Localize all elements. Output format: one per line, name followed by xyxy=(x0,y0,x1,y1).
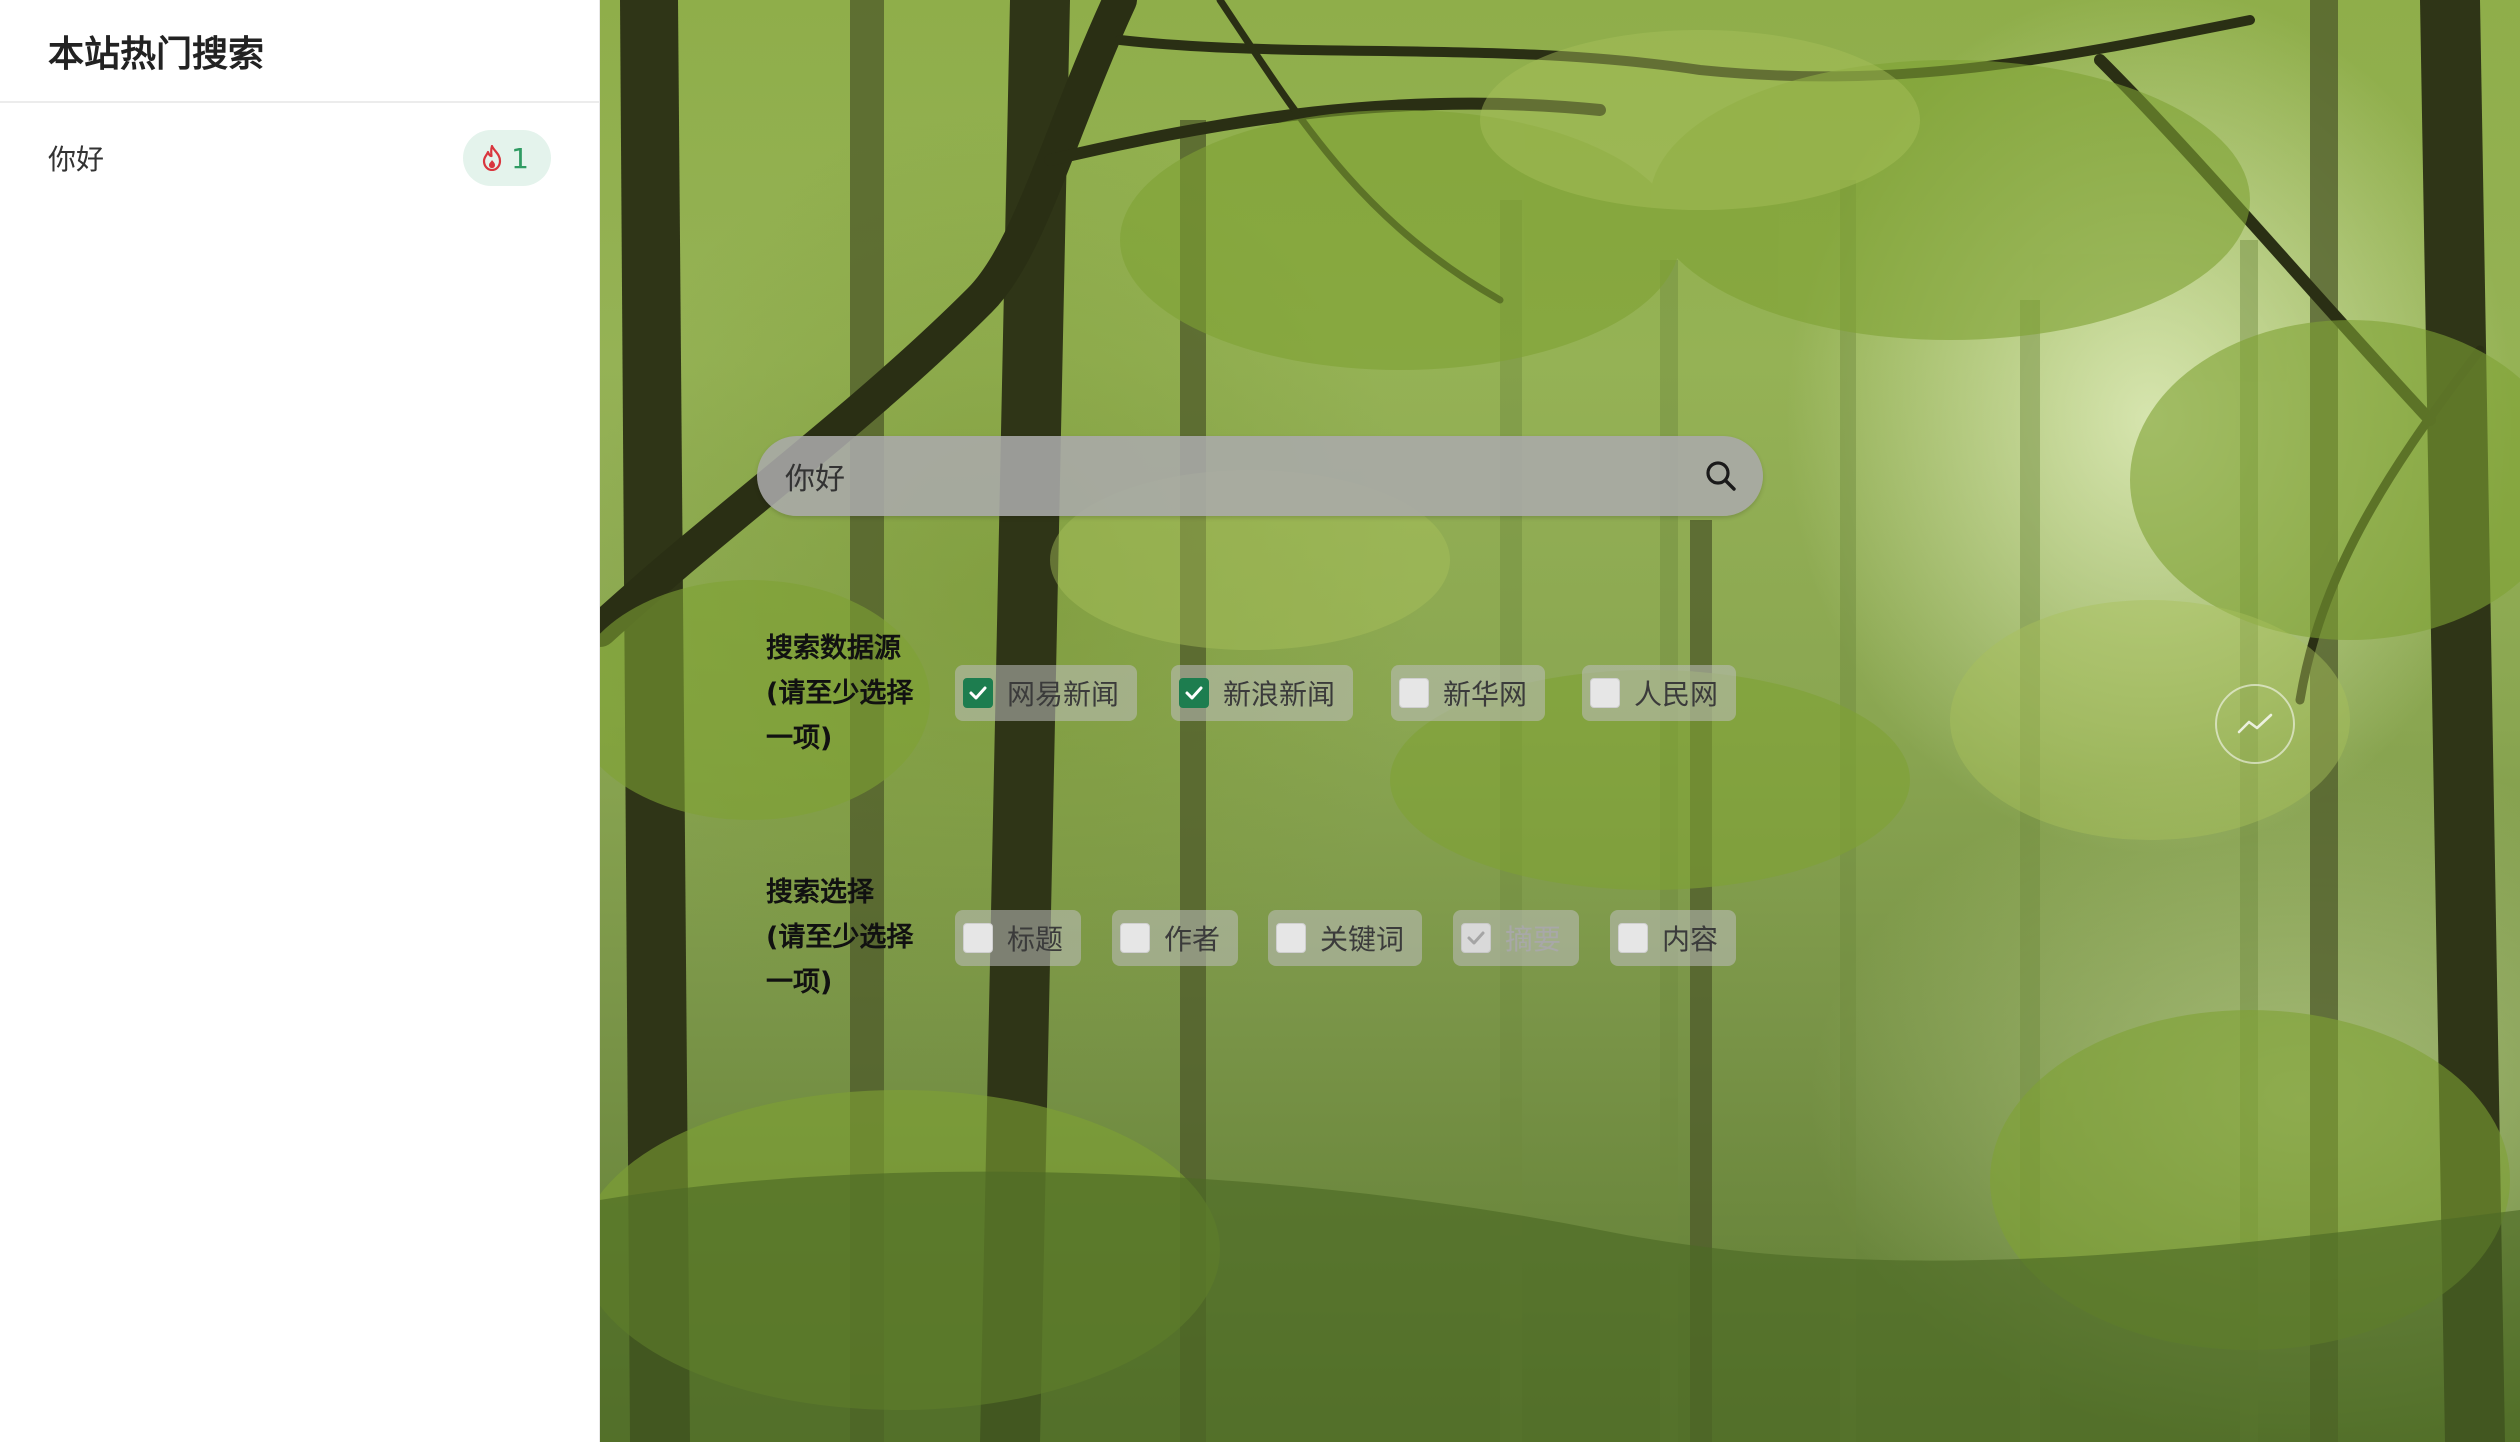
field-option-abstract: 摘要 xyxy=(1453,910,1580,966)
app-root: 本站热门搜索 你好 1 你好 搜索数据源 (请至少选择 一项) 网易新闻 新浪新… xyxy=(0,0,2520,1442)
search-icon[interactable] xyxy=(1703,458,1739,494)
hot-count: 1 xyxy=(511,141,529,175)
checkbox-checked[interactable] xyxy=(1179,678,1209,708)
field-option-content[interactable]: 内容 xyxy=(1610,910,1737,966)
field-group-label-line: (请至少选择 xyxy=(766,922,914,953)
source-option-xinhua[interactable]: 新华网 xyxy=(1391,665,1546,721)
option-label: 摘要 xyxy=(1505,923,1562,956)
checkbox-unchecked[interactable] xyxy=(1276,923,1306,953)
option-label: 关键词 xyxy=(1320,923,1405,956)
field-option-title[interactable]: 标题 xyxy=(955,910,1082,966)
option-label: 新华网 xyxy=(1443,678,1528,711)
checkbox-unchecked[interactable] xyxy=(1120,923,1150,953)
option-label: 新浪新闻 xyxy=(1223,678,1336,711)
source-group-label-line: 一项) xyxy=(766,723,833,754)
option-label: 作者 xyxy=(1164,923,1221,956)
option-label: 人民网 xyxy=(1634,678,1719,711)
check-icon xyxy=(1185,686,1203,700)
fire-icon xyxy=(483,145,502,171)
source-group-label-line: (请至少选择 xyxy=(766,678,914,709)
option-label: 内容 xyxy=(1662,923,1719,956)
hot-count-badge: 1 xyxy=(463,130,551,186)
hot-search-item-label: 你好 xyxy=(48,143,105,176)
checkbox-checked[interactable] xyxy=(963,678,993,708)
field-group-label-line: 一项) xyxy=(766,967,833,998)
trend-button[interactable] xyxy=(2215,684,2295,764)
checkbox-unchecked[interactable] xyxy=(1399,678,1429,708)
check-icon xyxy=(1467,931,1485,945)
source-group-label-line: 搜索数据源 xyxy=(766,633,901,664)
check-icon xyxy=(969,686,987,700)
checkbox-checked-disabled xyxy=(1461,923,1491,953)
source-option-sina[interactable]: 新浪新闻 xyxy=(1171,665,1354,721)
source-group-label: 搜索数据源 (请至少选择 一项) xyxy=(766,626,936,761)
search-input[interactable] xyxy=(785,436,1703,516)
checkbox-unchecked[interactable] xyxy=(1618,923,1648,953)
option-label: 网易新闻 xyxy=(1007,678,1120,711)
field-group-label: 搜索选择 (请至少选择 一项) xyxy=(766,870,936,1005)
sidebar-title: 本站热门搜索 xyxy=(48,33,265,75)
hot-search-item[interactable]: 你好 1 xyxy=(48,128,551,188)
trend-line-icon xyxy=(2237,713,2273,734)
checkbox-unchecked[interactable] xyxy=(1590,678,1620,708)
source-option-people[interactable]: 人民网 xyxy=(1582,665,1737,721)
field-option-author[interactable]: 作者 xyxy=(1112,910,1239,966)
sidebar-header: 本站热门搜索 xyxy=(0,0,599,103)
field-option-keyword[interactable]: 关键词 xyxy=(1268,910,1423,966)
field-group-label-line: 搜索选择 xyxy=(766,877,874,908)
source-option-netease[interactable]: 网易新闻 xyxy=(955,665,1138,721)
checkbox-unchecked[interactable] xyxy=(963,923,993,953)
hot-search-sidebar: 本站热门搜索 你好 1 xyxy=(0,0,600,1442)
search-bar xyxy=(757,436,1763,516)
option-label: 标题 xyxy=(1007,923,1064,956)
